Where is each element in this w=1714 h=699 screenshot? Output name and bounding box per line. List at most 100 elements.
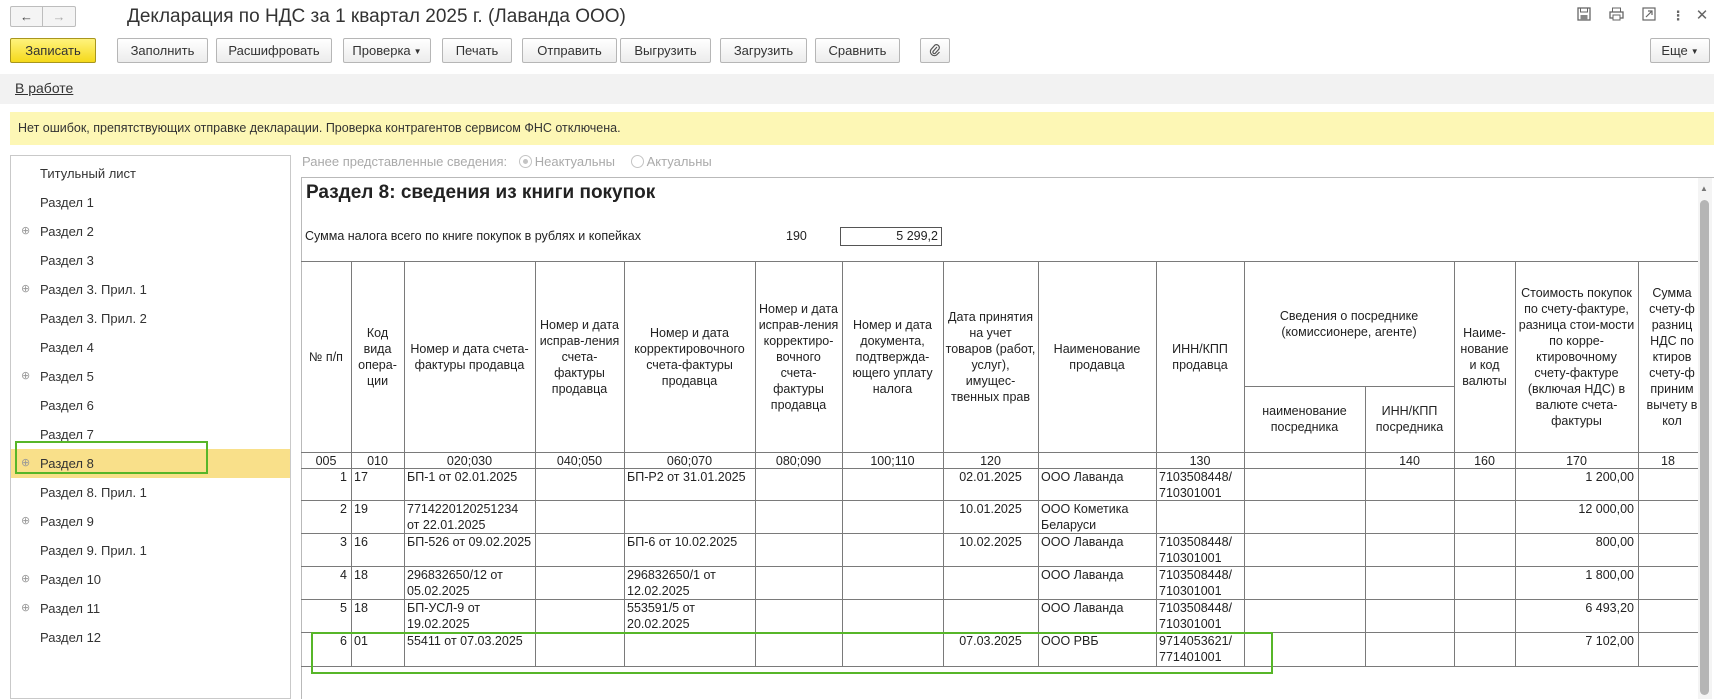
sum-code: 190: [786, 229, 807, 243]
table-cell: ООО Лаванда: [1041, 535, 1124, 549]
nav-item[interactable]: Раздел 12: [11, 623, 290, 652]
print-icon[interactable]: [1607, 7, 1625, 25]
table-cell: 3: [340, 535, 347, 549]
nav-item-label: Раздел 3. Прил. 2: [40, 311, 147, 326]
table-cell: [1457, 469, 1512, 499]
table-cell: [1368, 501, 1451, 532]
table-cell: [758, 534, 839, 565]
expand-icon[interactable]: ⊕: [21, 217, 30, 246]
nav-item-label: Раздел 2: [40, 224, 94, 239]
chevron-down-icon: ▼: [413, 47, 422, 56]
table-cell: [538, 600, 621, 631]
code-cell: 140: [1399, 454, 1420, 468]
save-button[interactable]: Записать: [10, 38, 96, 63]
nav-item[interactable]: Раздел 4: [11, 333, 290, 362]
table-cell: 7103508448/ 710301001: [1159, 568, 1232, 598]
nav-item[interactable]: Титульный лист: [11, 159, 290, 188]
expand-icon[interactable]: ⊕: [21, 362, 30, 391]
table-cell: [758, 567, 839, 598]
table-cell: [538, 501, 621, 532]
expand-icon[interactable]: ⊕: [21, 594, 30, 623]
code-cell: 010: [367, 454, 388, 468]
nav-item[interactable]: ⊕ Раздел 10: [11, 565, 290, 594]
table-cell: БП-6 от 10.02.2025: [627, 535, 738, 549]
radio-irrelevant[interactable]: [518, 155, 532, 168]
table-cell: [1457, 501, 1512, 532]
expand-icon[interactable]: ⊕: [21, 275, 30, 304]
table-cell: [1457, 600, 1512, 631]
table-cell: [946, 600, 1035, 631]
nav-item-label: Раздел 3: [40, 253, 94, 268]
table-cell: 800,00: [1595, 535, 1634, 549]
table-cell: 19: [354, 502, 368, 516]
compare-button[interactable]: Сравнить: [815, 38, 900, 63]
expand-icon[interactable]: ⊕: [21, 565, 30, 594]
column-header: Номер и дата счета-фактуры продавца: [410, 341, 529, 372]
more-button[interactable]: Еще ▼: [1650, 38, 1710, 63]
radio-relevant[interactable]: [630, 155, 644, 168]
export-button[interactable]: Выгрузить: [620, 38, 711, 63]
nav-item[interactable]: ⊕ Раздел 2: [11, 217, 290, 246]
nav-item-label: Раздел 3. Прил. 1: [40, 282, 147, 297]
radio-irrelevant-label: Неактуальны: [534, 154, 616, 169]
nav-item[interactable]: Раздел 6: [11, 391, 290, 420]
expand-icon[interactable]: ⊕: [21, 507, 30, 536]
grid-hline: [1244, 386, 1454, 387]
code-cell: 130: [1189, 454, 1211, 468]
table-cell: [758, 469, 839, 499]
column-header: № п/п: [309, 349, 343, 364]
nav-item[interactable]: Раздел 3. Прил. 2: [11, 304, 290, 333]
code-cell: 100;110: [870, 454, 915, 468]
decode-button[interactable]: Расшифровать: [216, 38, 332, 63]
nav-item[interactable]: Раздел 1: [11, 188, 290, 217]
save-icon[interactable]: [1575, 7, 1593, 25]
link-icon[interactable]: [1640, 7, 1658, 25]
column-header: ИНН/КПП продавца: [1172, 341, 1228, 372]
nav-item[interactable]: Раздел 8. Прил. 1: [11, 478, 290, 507]
table-cell: ООО Лаванда: [1041, 470, 1124, 484]
print-button[interactable]: Печать: [442, 38, 512, 63]
nav-item-label: Раздел 8. Прил. 1: [40, 485, 147, 500]
nav-item-label: Раздел 6: [40, 398, 94, 413]
table-cell: БП-526 от 09.02.2025: [407, 535, 532, 549]
table-cell: БП-УСЛ-9 от 19.02.2025: [407, 601, 481, 631]
nav-item[interactable]: ⊕ Раздел 3. Прил. 1: [11, 275, 290, 304]
scroll-up-icon[interactable]: ▲: [1700, 184, 1708, 193]
attach-button[interactable]: [920, 38, 950, 63]
nav-item[interactable]: ⊕ Раздел 9: [11, 507, 290, 536]
column-header: Сумма счету-ф разниц НДС по ктиров счету…: [1646, 285, 1698, 428]
column-header: Дата принятия на учет товаров (работ, ус…: [945, 309, 1036, 404]
fill-button[interactable]: Заполнить: [117, 38, 208, 63]
nav-item[interactable]: ⊕ Раздел 11: [11, 594, 290, 623]
table-cell: ООО Кометика Беларуси: [1041, 502, 1129, 532]
back-arrow-icon[interactable]: ←: [10, 6, 43, 27]
nav-item[interactable]: Раздел 3: [11, 246, 290, 275]
close-icon[interactable]: ✕: [1693, 7, 1711, 25]
status-link[interactable]: В работе: [15, 80, 73, 96]
check-dropdown-button[interactable]: Проверка ▼: [343, 38, 431, 63]
table-cell: [1368, 600, 1451, 631]
table-cell: [1368, 534, 1451, 565]
send-button[interactable]: Отправить: [522, 38, 617, 63]
column-header: Стоимость покупок по счету-фактуре, разн…: [1518, 285, 1635, 428]
table-cell: 7103508448/ 710301001: [1159, 601, 1232, 631]
table-cell: [1457, 633, 1512, 665]
nav-item[interactable]: Раздел 9. Прил. 1: [11, 536, 290, 565]
forward-arrow-icon[interactable]: →: [43, 6, 76, 27]
table-cell: 296832650/12 от 05.02.2025: [407, 568, 503, 598]
table-cell: 1: [340, 470, 347, 484]
table-cell: [845, 469, 940, 499]
table-cell: [946, 567, 1035, 598]
window-title: Декларация по НДС за 1 квартал 2025 г. (…: [127, 6, 626, 27]
scrollbar-thumb[interactable]: [1700, 200, 1709, 695]
more-label: Еще: [1661, 43, 1688, 58]
chevron-down-icon: ▼: [1690, 47, 1699, 56]
table-cell: 18: [354, 568, 368, 582]
table-cell: 16: [354, 535, 368, 549]
table-cell: [1159, 501, 1241, 532]
sum-value[interactable]: 5 299,2: [840, 227, 942, 246]
table-cell: 10.01.2025: [959, 502, 1022, 516]
import-button[interactable]: Загрузить: [720, 38, 807, 63]
more-icon[interactable]: ⋮: [1669, 7, 1687, 25]
nav-item[interactable]: ⊕ Раздел 5: [11, 362, 290, 391]
